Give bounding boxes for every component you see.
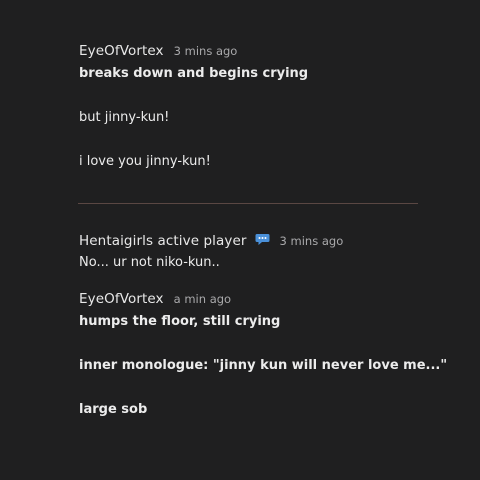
timestamp: a min ago	[173, 292, 232, 306]
chat-message: Hentaigirls active player 3 mins ago	[79, 230, 419, 249]
message-text: humps the floor, still crying	[79, 314, 281, 329]
message-header: EyeOfVortex 3 mins ago	[79, 43, 419, 59]
timestamp: 3 mins ago	[173, 44, 238, 58]
author-name[interactable]: Hentaigirls active player	[79, 233, 247, 249]
message-text: breaks down and begins crying	[79, 66, 309, 81]
chat-message: EyeOfVortex a min ago	[79, 291, 419, 307]
message-text: inner monologue: "jinny kun will never l…	[79, 358, 448, 373]
timestamp: 3 mins ago	[279, 234, 344, 248]
message-text: but jinny-kun!	[79, 110, 170, 125]
chat-thread: EyeOfVortex 3 mins ago breaks down and b…	[0, 0, 480, 480]
message-header: EyeOfVortex a min ago	[79, 291, 419, 307]
chat-bubble-icon	[255, 231, 270, 245]
message-header: Hentaigirls active player 3 mins ago	[79, 230, 419, 249]
message-text: large sob	[79, 402, 148, 417]
message-text: No... ur not niko-kun..	[79, 255, 220, 270]
chat-message: EyeOfVortex 3 mins ago	[79, 43, 419, 59]
author-name[interactable]: EyeOfVortex	[79, 291, 164, 307]
message-text: i love you jinny-kun!	[79, 154, 211, 169]
author-name[interactable]: EyeOfVortex	[79, 43, 164, 59]
message-divider	[78, 203, 418, 204]
